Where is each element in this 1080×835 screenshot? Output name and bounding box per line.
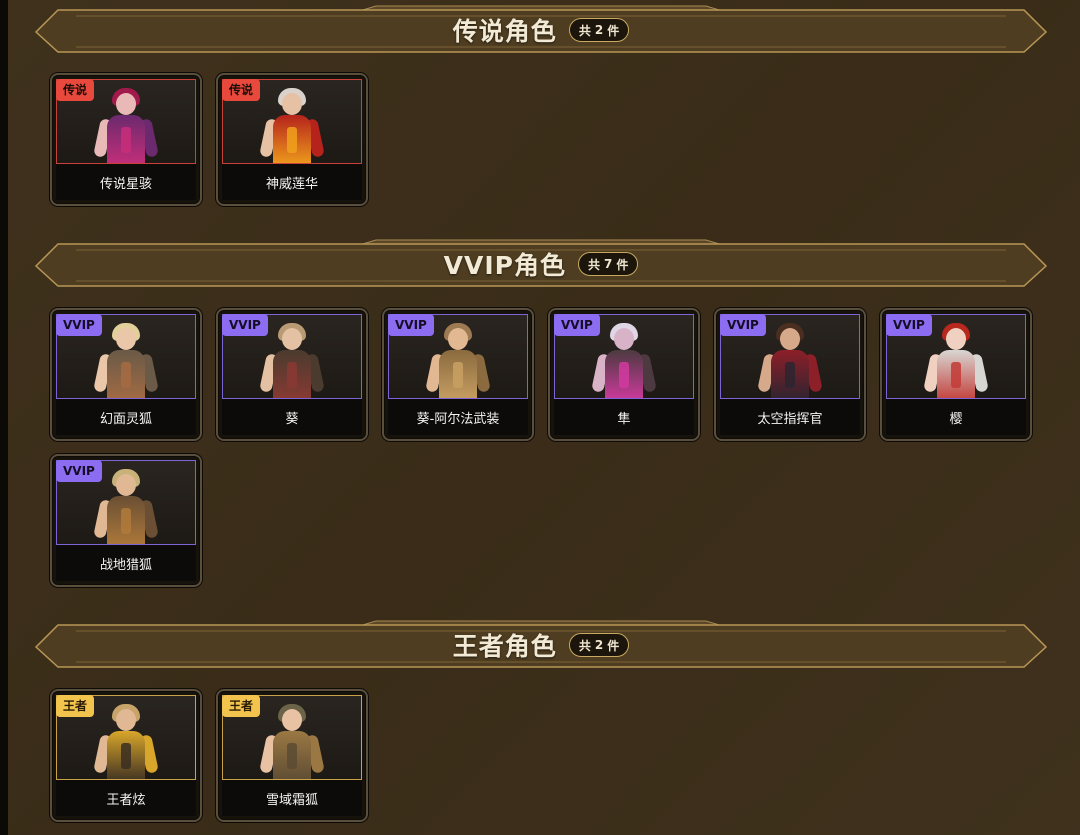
character-card[interactable]: VVIP 葵 (216, 308, 368, 441)
character-card[interactable]: 传说 神威莲华 (216, 73, 368, 206)
count-badge: 共 2 件 (568, 18, 630, 42)
character-name: 葵-阿尔法武装 (388, 399, 528, 435)
count-badge: 共 7 件 (577, 252, 639, 276)
character-name: 葵 (222, 399, 362, 435)
section-banner-vvip: VVIP角色 共 7 件 (34, 239, 1048, 287)
count-prefix: 共 (578, 23, 591, 38)
character-figure (91, 85, 161, 163)
count-suffix: 件 (607, 638, 620, 653)
count-suffix: 件 (616, 257, 629, 272)
character-name: 雪域霜狐 (222, 780, 362, 816)
rarity-badge: VVIP (554, 314, 600, 336)
character-card[interactable]: 王者 王者炫 (50, 689, 202, 822)
character-name: 幻面灵狐 (56, 399, 196, 435)
figure-accessory (951, 362, 961, 388)
figure-head (282, 93, 302, 115)
rarity-badge: VVIP (388, 314, 434, 336)
character-card[interactable]: VVIP 隼 (548, 308, 700, 441)
figure-head (614, 328, 634, 350)
figure-head (116, 93, 136, 115)
section-title: 王者角色 (452, 632, 557, 661)
count-value: 2 (594, 638, 604, 652)
character-name: 传说星骇 (56, 164, 196, 200)
figure-accessory (619, 362, 629, 388)
character-card[interactable]: VVIP 太空指挥官 (714, 308, 866, 441)
count-badge: 共 2 件 (568, 633, 630, 657)
rarity-badge: 传说 (222, 79, 261, 101)
rarity-badge: VVIP (56, 314, 102, 336)
character-name: 隼 (554, 399, 694, 435)
character-name: 王者炫 (56, 780, 196, 816)
character-name: 战地猎狐 (56, 545, 196, 581)
count-prefix: 共 (578, 638, 591, 653)
count-value: 2 (594, 23, 604, 37)
rarity-badge: VVIP (720, 314, 766, 336)
left-edge (0, 0, 8, 835)
section-title: 传说角色 (452, 17, 557, 46)
figure-head (116, 328, 136, 350)
figure-head (116, 709, 136, 731)
character-figure (257, 701, 327, 779)
figure-accessory (453, 362, 463, 388)
rarity-badge: 王者 (222, 695, 261, 717)
character-card[interactable]: 传说 传说星骇 (50, 73, 202, 206)
figure-head (282, 328, 302, 350)
figure-accessory (287, 127, 297, 153)
character-card[interactable]: VVIP 幻面灵狐 (50, 308, 202, 441)
character-name: 神威莲华 (222, 164, 362, 200)
figure-head (780, 328, 800, 350)
rarity-badge: 王者 (56, 695, 95, 717)
character-figure (257, 85, 327, 163)
figure-accessory (121, 508, 131, 534)
rarity-badge: VVIP (56, 460, 102, 482)
figure-head (448, 328, 468, 350)
character-card[interactable]: VVIP 战地猎狐 (50, 454, 202, 587)
section-title: VVIP角色 (443, 251, 566, 280)
rarity-badge: VVIP (886, 314, 932, 336)
section-banner-king: 王者角色 共 2 件 (34, 620, 1048, 668)
figure-accessory (121, 127, 131, 153)
rarity-badge: 传说 (56, 79, 95, 101)
page-background: 传说角色 共 2 件 VVIP角色 共 7 件 王者角色 共 2 件 传说 传说… (0, 0, 1080, 835)
character-card[interactable]: VVIP 樱 (880, 308, 1032, 441)
character-figure (91, 701, 161, 779)
figure-accessory (785, 362, 795, 388)
figure-accessory (287, 362, 297, 388)
figure-head (116, 474, 136, 496)
character-card[interactable]: 王者 雪域霜狐 (216, 689, 368, 822)
character-card[interactable]: VVIP 葵-阿尔法武装 (382, 308, 534, 441)
figure-head (946, 328, 966, 350)
figure-head (282, 709, 302, 731)
count-suffix: 件 (607, 23, 620, 38)
character-name: 太空指挥官 (720, 399, 860, 435)
count-prefix: 共 (587, 257, 600, 272)
figure-accessory (121, 362, 131, 388)
figure-accessory (287, 743, 297, 769)
rarity-badge: VVIP (222, 314, 268, 336)
section-banner-legend: 传说角色 共 2 件 (34, 5, 1048, 53)
figure-accessory (121, 743, 131, 769)
count-value: 7 (603, 257, 613, 271)
character-name: 樱 (886, 399, 1026, 435)
